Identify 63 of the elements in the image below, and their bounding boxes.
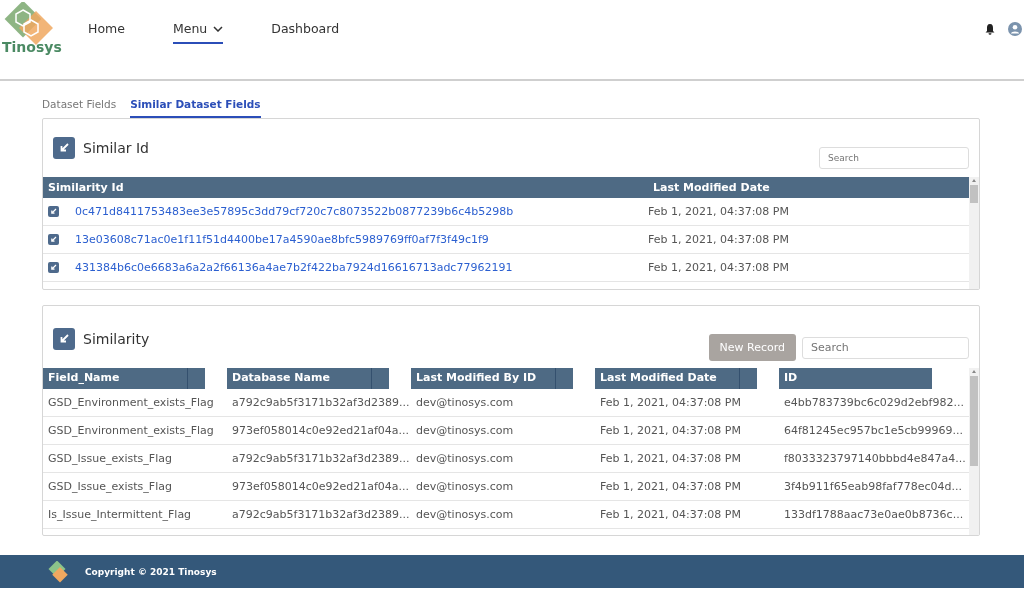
table-cell-text: 973ef058014c0e92ed21af04a... [231,424,411,437]
table-cell-text: Feb 1, 2021, 04:37:08 PM [599,424,742,437]
similarity-id-link[interactable]: 431384b6c0e6683a6a2a2f66136a4ae7b2f422ba7924d16616713adc77962191 [75,261,513,274]
tab[interactable]: Similar Dataset Fields [130,95,261,118]
column-header[interactable]: Last Modified By ID [411,368,573,389]
scroll-up-icon[interactable] [969,368,979,374]
table-cell-text: 973ef058014c0e92ed21af04a... [231,480,411,493]
table-cell-text: 3f4b911f65eab98faf778ec04d... [783,480,963,493]
table-cell-text: e4bb783739bc6c029d2ebf982... [783,396,963,409]
column-header[interactable]: ID [779,368,932,389]
table-cell-text: 64f81245ec957bc1e5cb99969... [783,424,963,437]
table-cell-text: dev@tinosys.com [415,508,515,521]
similarity-id-link[interactable]: 0c471d8411753483ee3e57895c3dd79cf720c7c8073522b0877239b6c4b5298b [75,205,514,218]
column-header[interactable]: Similarity Id [43,181,648,194]
column-header[interactable]: Database Name [227,368,389,389]
table-cell-text: dev@tinosys.com [415,424,515,437]
tab[interactable]: Dataset Fields [42,95,117,118]
column-header[interactable]: Field_Name [43,368,205,389]
scrollbar[interactable] [969,177,979,289]
table-cell-text: GSD_Issue_exists_Flag [47,480,173,493]
table-cell-text: f8033323797140bbbd4e847a4... [783,452,963,465]
card-title: Similar Id [83,140,149,156]
card-title: Similarity [83,331,150,347]
record-icon[interactable] [48,234,59,245]
scroll-thumb[interactable] [970,185,978,203]
table-cell-text: GSD_Issue_exists_Flag [47,452,173,465]
scrollbar[interactable] [969,368,979,535]
table-cell-text: 133df1788aac73e0ae0b8736c... [783,508,963,521]
record-icon[interactable] [48,206,59,217]
table-cell-text: Feb 1, 2021, 04:37:08 PM [647,233,790,246]
nav-link[interactable]: Menu [172,20,224,44]
record-icon[interactable] [48,262,59,273]
table-cell-text: Feb 1, 2021, 04:37:08 PM [647,261,790,274]
table-cell-text: dev@tinosys.com [415,452,515,465]
table-cell-text: Feb 1, 2021, 04:37:08 PM [599,508,742,521]
column-header[interactable]: Last Modified Date [648,181,969,194]
search-field[interactable]: Search [802,336,969,359]
column-header[interactable]: Last Modified Date [595,368,757,389]
logo-text: Tinosys [2,39,62,55]
table-cell-text: a792c9ab5f3171b32af3d2389... [231,508,411,521]
scroll-up-icon[interactable] [969,177,979,183]
table-cell-text: GSD_Environment_exists_Flag [47,396,215,409]
nav-link[interactable]: Home [88,20,125,44]
bell-icon[interactable] [984,23,996,35]
arrow-tile-icon [53,328,75,350]
copyright-text: Copyright © 2021 Tinosys [85,566,217,577]
table-cell-text: a792c9ab5f3171b32af3d2389... [231,452,411,465]
table-cell-text: Feb 1, 2021, 04:37:08 PM [599,480,742,493]
table-cell-text: Is_Issue_Intermittent_Flag [47,508,193,521]
table-cell-text: Feb 1, 2021, 04:37:08 PM [647,205,790,218]
table-cell-text: Feb 1, 2021, 04:37:08 PM [599,452,742,465]
table-cell-text: a792c9ab5f3171b32af3d2389... [231,396,411,409]
table-cell-text: GSD_Environment_exists_Flag [47,424,215,437]
similarity-id-link[interactable]: 13e03608c71ac0e1f11f51d4400be17a4590ae8bfc5989769ff0af7f3f49c1f9 [75,233,489,246]
logo-icon [47,560,69,583]
table-cell-text: dev@tinosys.com [415,480,515,493]
table-cell-text: Feb 1, 2021, 04:37:08 PM [599,396,742,409]
scroll-thumb[interactable] [970,376,978,466]
nav-link[interactable]: Dashboard [271,20,340,44]
table-cell-text: dev@tinosys.com [415,396,515,409]
search-field[interactable]: Search [819,147,969,169]
user-avatar-icon[interactable] [1008,22,1022,36]
arrow-tile-icon [53,137,75,159]
